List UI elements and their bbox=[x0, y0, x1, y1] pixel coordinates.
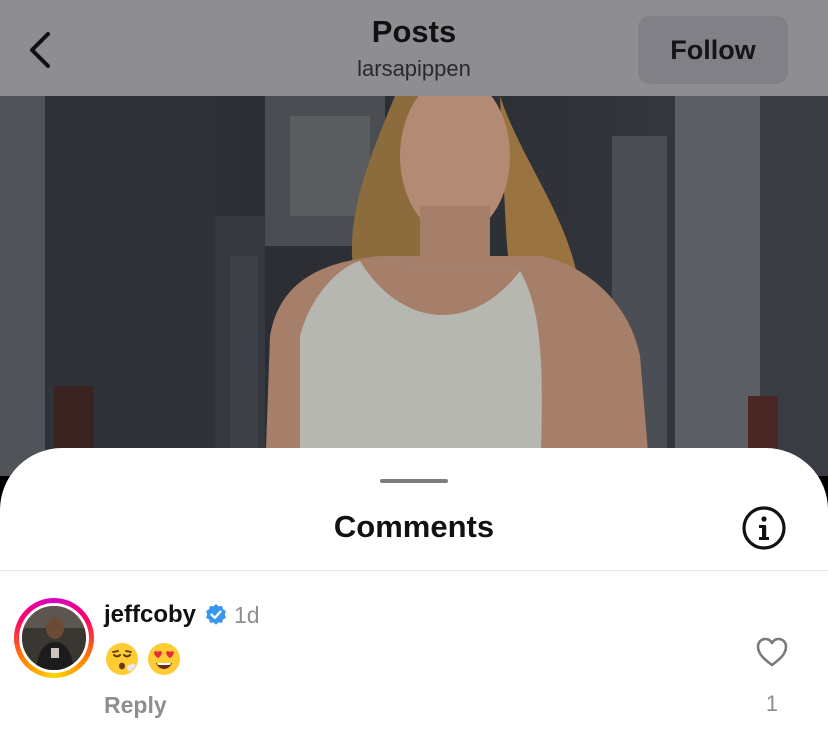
follow-button[interactable]: Follow bbox=[638, 16, 788, 84]
comment-username[interactable]: jeffcoby bbox=[104, 600, 196, 630]
heart-outline-icon bbox=[756, 637, 788, 667]
info-icon bbox=[742, 506, 786, 550]
post-photo-illustration bbox=[0, 96, 828, 476]
chevron-left-icon bbox=[30, 32, 50, 68]
comment-item: jeffcoby 1d Reply 1 bbox=[0, 590, 828, 740]
sheet-title: Comments bbox=[333, 509, 495, 544]
avatar bbox=[22, 606, 86, 670]
like-comment-button[interactable] bbox=[754, 634, 790, 670]
verified-badge-icon bbox=[206, 604, 226, 625]
comment-timestamp: 1d bbox=[234, 602, 260, 628]
post-photo bbox=[0, 96, 828, 476]
comments-bottom-sheet: Comments jeffcoby 1d Reply 1 bbox=[0, 448, 828, 748]
avatar-story-ring[interactable] bbox=[14, 598, 94, 678]
comment-text bbox=[104, 640, 188, 677]
heart-eyes-emoji-icon bbox=[148, 643, 180, 676]
like-count: 1 bbox=[765, 691, 779, 716]
info-button[interactable] bbox=[740, 504, 788, 552]
reply-button[interactable]: Reply bbox=[104, 690, 167, 720]
top-navigation-bar: Posts larsapippen Follow bbox=[0, 0, 828, 96]
avatar-photo bbox=[22, 606, 86, 670]
back-button[interactable] bbox=[14, 22, 64, 78]
face-exhaling-emoji-icon bbox=[106, 643, 138, 676]
sheet-divider bbox=[0, 570, 828, 571]
sheet-grabber-handle[interactable] bbox=[380, 479, 448, 483]
